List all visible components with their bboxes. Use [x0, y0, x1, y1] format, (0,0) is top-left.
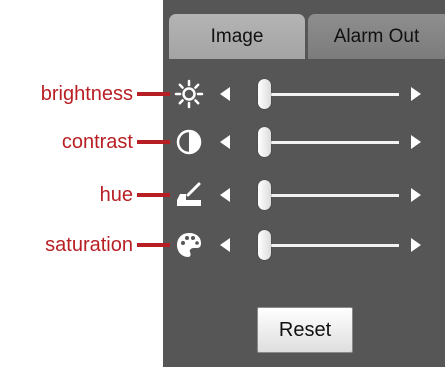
brightness-increase-button[interactable]	[411, 87, 421, 101]
hue-annotation: hue	[99, 184, 133, 206]
saturation-slider-track[interactable]	[264, 244, 399, 247]
saturation-slider-thumb[interactable]	[258, 230, 271, 260]
contrast-increase-button[interactable]	[411, 135, 421, 149]
brightness-decrease-button[interactable]	[220, 87, 230, 101]
saturation-increase-button[interactable]	[411, 238, 421, 252]
saturation-annotation-line	[137, 243, 170, 247]
brightness-icon	[173, 79, 205, 109]
brightness-annotation: brightness	[40, 83, 133, 105]
hue-slider-thumb[interactable]	[258, 180, 271, 210]
hue-decrease-button[interactable]	[220, 188, 230, 202]
camera-settings-screenshot: Image Alarm Out brightness contrast hue	[0, 0, 445, 367]
contrast-slider-track[interactable]	[264, 141, 399, 144]
hue-icon	[173, 180, 205, 210]
contrast-annotation-line	[137, 140, 170, 144]
tab-alarm-out[interactable]: Alarm Out	[308, 14, 445, 59]
hue-increase-button[interactable]	[411, 188, 421, 202]
contrast-icon	[173, 127, 205, 157]
saturation-icon	[173, 230, 205, 260]
contrast-slider-thumb[interactable]	[258, 127, 271, 157]
hue-slider-track[interactable]	[264, 194, 399, 197]
brightness-annotation-line	[137, 92, 170, 96]
reset-button[interactable]: Reset	[257, 307, 353, 353]
brightness-slider-track[interactable]	[264, 93, 399, 96]
brightness-slider-thumb[interactable]	[258, 79, 271, 109]
saturation-decrease-button[interactable]	[220, 238, 230, 252]
contrast-annotation: contrast	[61, 131, 133, 153]
tab-image[interactable]: Image	[169, 14, 305, 59]
saturation-annotation: saturation	[45, 234, 133, 256]
hue-annotation-line	[137, 193, 170, 197]
contrast-decrease-button[interactable]	[220, 135, 230, 149]
